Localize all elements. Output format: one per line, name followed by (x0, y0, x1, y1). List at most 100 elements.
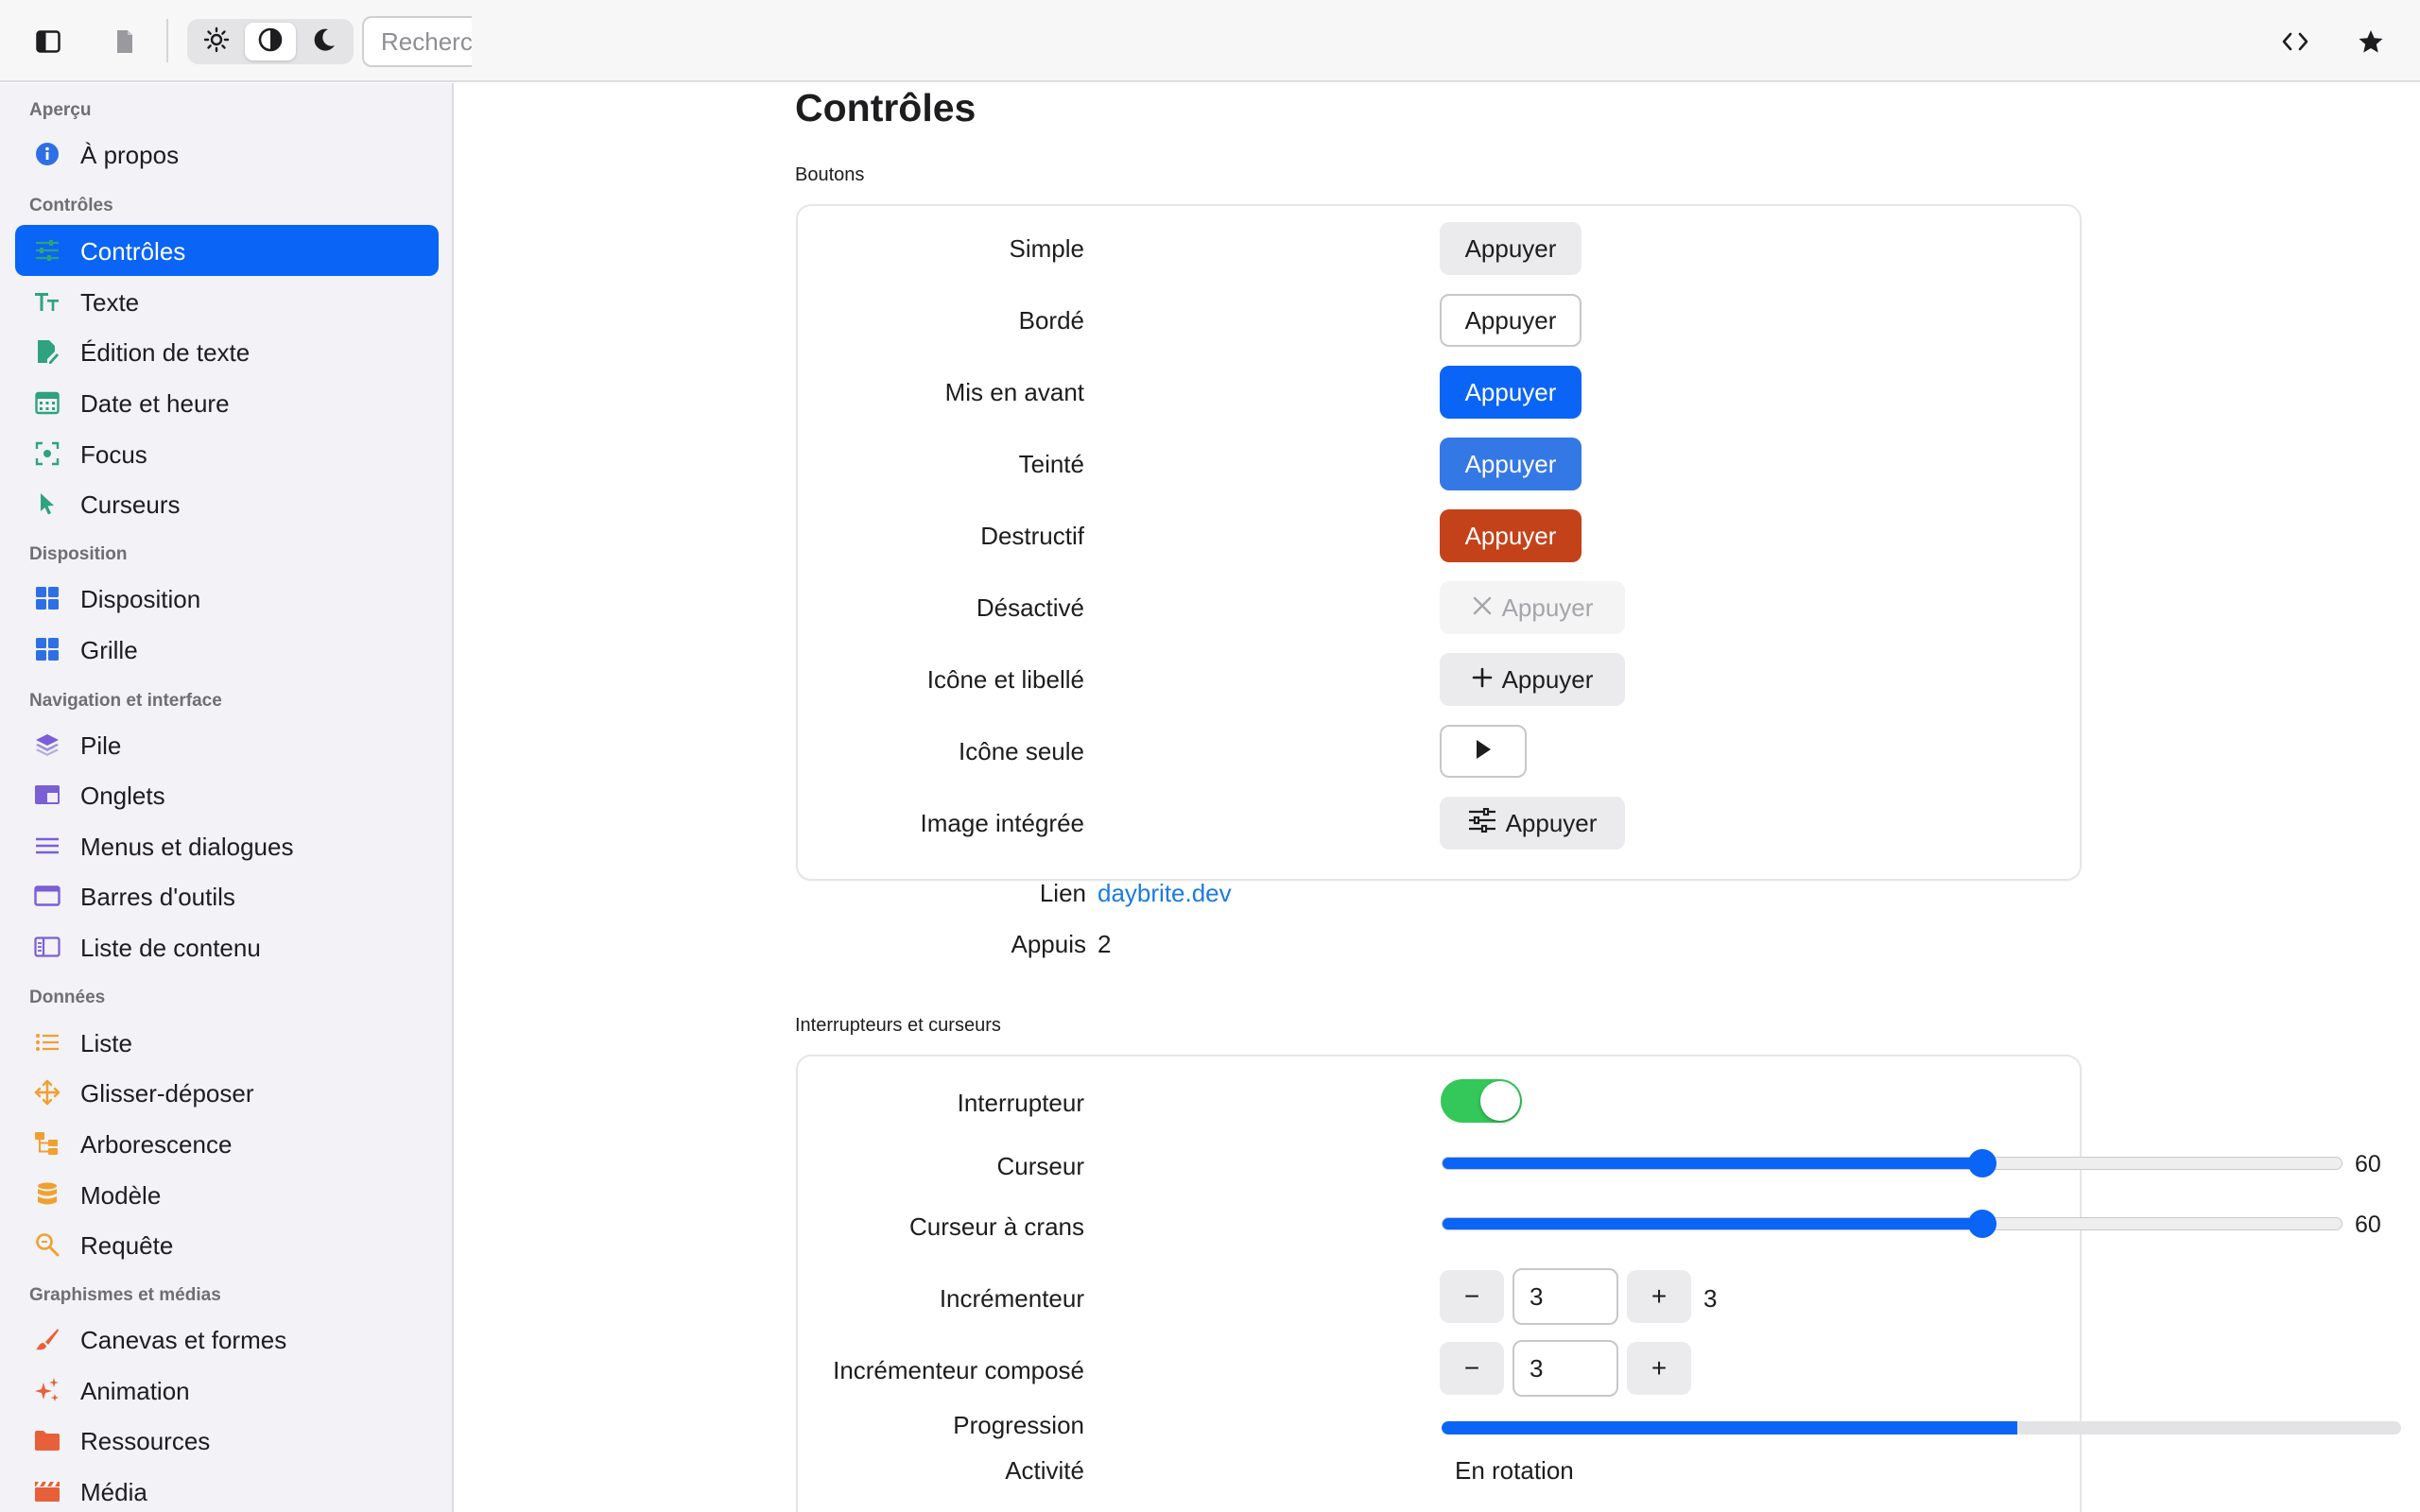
disabled-button: Appuyer (1440, 581, 1625, 634)
sliders-icon (34, 237, 60, 264)
row-label-prominent: Mis en avant (944, 378, 1084, 406)
image-button[interactable]: Appuyer (1440, 797, 1625, 850)
document-icon[interactable] (104, 21, 146, 62)
sidebar-item-tree[interactable]: Arborescence (15, 1118, 439, 1169)
compound-stepper-input[interactable] (1514, 1342, 1616, 1395)
row-label-disabled: Désactivé (976, 593, 1084, 622)
stepped-slider[interactable] (1442, 1210, 2342, 1238)
search-input[interactable] (364, 18, 472, 65)
stepper-increment-button[interactable]: + (1627, 1270, 1691, 1323)
sparkles-icon (34, 1377, 60, 1403)
list-icon (34, 1029, 60, 1056)
sidebar-item-list[interactable]: Liste (15, 1017, 439, 1068)
move-icon (34, 1079, 60, 1106)
focus-icon (34, 440, 60, 467)
pointer-icon (34, 490, 60, 517)
sidebar-item-model[interactable]: Modèle (15, 1169, 439, 1220)
sidebar-item-label: Animation (80, 1377, 190, 1405)
stepper-decrement-button[interactable]: − (1440, 1270, 1504, 1323)
sidebar-item-cursors[interactable]: Curseurs (15, 478, 439, 529)
bordered-button[interactable]: Appuyer (1440, 294, 1582, 347)
sidebar-item-label: Texte (80, 288, 140, 317)
sidebar-item-text[interactable]: Texte (15, 276, 439, 327)
sidebar-item-label: Pile (80, 731, 122, 760)
link-daybrite[interactable]: daybrite.dev (1098, 879, 1232, 908)
theme-light-button[interactable] (191, 23, 242, 60)
sidebar-item-content-list[interactable]: Liste de contenu (15, 921, 439, 972)
row-label-tinted: Teinté (1018, 450, 1084, 478)
sidebar-item-date-time[interactable]: Date et heure (15, 377, 439, 428)
stepper-field[interactable] (1512, 1268, 1618, 1325)
sidebar-item-animation[interactable]: Animation (15, 1365, 439, 1416)
sidebar-item-focus[interactable]: Focus (15, 428, 439, 479)
sidebar-item-query[interactable]: Requête (15, 1219, 439, 1270)
slider[interactable] (1442, 1149, 2342, 1177)
buttons-card: Simple Appuyer Bordé Appuyer Mis en avan… (796, 204, 2082, 881)
search-field[interactable] (362, 16, 472, 67)
slider-fill (1443, 1218, 1982, 1229)
switch-knob (1480, 1081, 1520, 1121)
row-label-bordered: Bordé (1018, 306, 1084, 335)
sidebar-item-tabs[interactable]: Onglets (15, 769, 439, 820)
compound-stepper-decrement-button[interactable]: − (1440, 1342, 1504, 1395)
row-label-icon-only: Icône seule (959, 737, 1084, 765)
icon-label-button[interactable]: Appuyer (1440, 653, 1625, 706)
sidebar-item-resources[interactable]: Ressources (15, 1415, 439, 1466)
sidebar-item-drag-drop[interactable]: Glisser-déposer (15, 1067, 439, 1118)
play-button[interactable] (1440, 725, 1527, 778)
code-icon[interactable] (2274, 21, 2316, 62)
sidebar-item-label: Barres d'outils (80, 883, 235, 911)
theme-auto-button[interactable] (245, 23, 296, 60)
sidebar-item-about[interactable]: À propos (15, 129, 439, 180)
section-title-layout: Disposition (29, 544, 128, 564)
row-label-simple: Simple (1009, 234, 1084, 263)
tinted-button[interactable]: Appuyer (1440, 438, 1582, 490)
sidebar-item-label: Date et heure (80, 389, 230, 418)
progress-bar (1442, 1421, 2401, 1435)
window-icon (34, 883, 60, 909)
simple-button[interactable]: Appuyer (1440, 222, 1582, 275)
destructive-button[interactable]: Appuyer (1440, 509, 1582, 562)
grid-icon (34, 636, 60, 662)
sidebar-item-canvas[interactable]: Canevas et formes (15, 1314, 439, 1365)
plus-icon (1472, 665, 1493, 695)
row-label-compound-stepper: Incrémenteur composé (833, 1356, 1084, 1384)
toggle-switch[interactable] (1441, 1079, 1522, 1123)
sidebar-item-label: Requête (80, 1231, 174, 1260)
sidebar-item-layout[interactable]: Disposition (15, 573, 439, 624)
sidebar-item-grid[interactable]: Grille (15, 624, 439, 675)
sidebar-item-label: Modèle (80, 1181, 162, 1210)
main-content: Contrôles Boutons Simple Appuyer Bordé A… (456, 83, 2420, 1512)
group-label-buttons: Boutons (795, 164, 865, 185)
compound-stepper-field[interactable] (1512, 1340, 1618, 1397)
sidebar-toggle-icon[interactable] (27, 21, 69, 62)
layout-icon (34, 585, 60, 611)
sidebar-item-text-editing[interactable]: Édition de texte (15, 326, 439, 377)
magnifier-icon (34, 1231, 60, 1258)
stepper-value: 3 (1703, 1284, 1718, 1313)
sidebar: Aperçu À propos Contrôles Contrôles Text… (0, 83, 454, 1512)
sidebar-item-toolbars[interactable]: Barres d'outils (15, 870, 439, 921)
row-label-stepped-slider: Curseur à crans (909, 1212, 1084, 1241)
compound-stepper-increment-button[interactable]: + (1627, 1342, 1691, 1395)
stepper-input[interactable] (1514, 1270, 1616, 1323)
slider-value: 60 (2355, 1151, 2381, 1177)
theme-dark-button[interactable] (299, 23, 350, 60)
prominent-button[interactable]: Appuyer (1440, 366, 1582, 419)
sidebar-item-stack[interactable]: Pile (15, 719, 439, 770)
sidebar-item-label: Glisser-déposer (80, 1079, 254, 1108)
slider-thumb[interactable] (1967, 1149, 1996, 1177)
star-icon[interactable] (2350, 21, 2392, 62)
sidebar-item-label: Liste de contenu (80, 934, 261, 962)
folder-icon (34, 1427, 60, 1453)
sidebar-item-controls[interactable]: Contrôles (15, 225, 439, 276)
toggles-card: Interrupteur Curseur 60 Curseur à crans … (796, 1055, 2401, 1512)
row-label-destructive: Destructif (980, 522, 1084, 550)
progress-fill (1442, 1421, 2017, 1435)
activity-status: En rotation (1455, 1456, 1574, 1485)
brush-icon (34, 1326, 60, 1352)
slider-thumb[interactable] (1967, 1210, 1996, 1238)
sidebar-item-menus-dialogs[interactable]: Menus et dialogues (15, 820, 439, 871)
sidebar-item-media[interactable]: Média (15, 1466, 439, 1512)
stack-icon (34, 731, 60, 758)
